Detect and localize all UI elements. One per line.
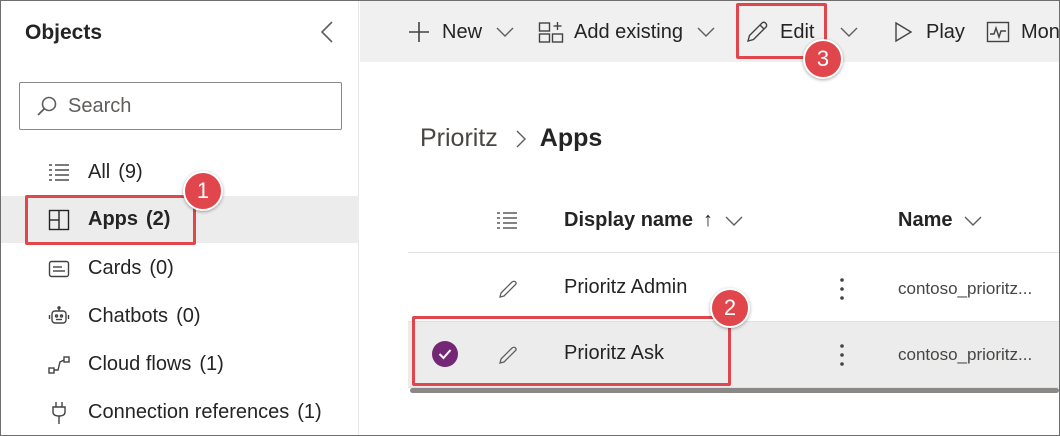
- row-name: contoso_prioritz...: [898, 279, 1033, 298]
- chevron-down-icon: [964, 216, 982, 226]
- monitor-icon: [985, 19, 1011, 45]
- sidebar-item-label: All: [88, 161, 111, 183]
- play-button-label: Play: [926, 20, 965, 43]
- column-header-display-name[interactable]: Display name ↑: [564, 209, 743, 232]
- edit-dropdown-button[interactable]: [840, 11, 858, 53]
- column-header-label: Display name: [564, 209, 693, 231]
- callout-badge-2: 2: [710, 288, 750, 328]
- card-icon: [47, 257, 71, 281]
- more-vertical-icon: [840, 344, 844, 366]
- sidebar-item-count: (9): [118, 161, 143, 183]
- play-button[interactable]: Play: [890, 11, 965, 53]
- search-input[interactable]: Search: [19, 82, 342, 130]
- sidebar-item-label: Cloud flows: [88, 353, 192, 375]
- add-existing-label: Add existing: [574, 20, 683, 43]
- sidebar-item-label: Cards: [88, 257, 142, 279]
- chevron-down-icon: [725, 216, 743, 226]
- row-name: contoso_prioritz...: [898, 345, 1033, 364]
- highlight-box-apps: [25, 195, 196, 245]
- sidebar-title: Objects: [25, 21, 103, 44]
- sidebar-item-cards[interactable]: Cards (0): [1, 245, 359, 292]
- highlight-box-prioritz-ask: [412, 316, 731, 386]
- breadcrumb-parent[interactable]: Prioritz: [420, 124, 498, 153]
- sidebar-item-all[interactable]: All (9): [1, 149, 359, 196]
- column-options-button[interactable]: [496, 211, 518, 231]
- sidebar-item-count: (0): [149, 257, 174, 279]
- pencil-icon[interactable]: [496, 277, 520, 301]
- plug-icon: [47, 401, 71, 425]
- play-icon: [890, 19, 916, 45]
- new-button[interactable]: New: [406, 11, 514, 53]
- sidebar-item-label: Chatbots: [88, 305, 169, 327]
- sidebar-item-cloud-flows[interactable]: Cloud flows (1): [1, 341, 359, 388]
- breadcrumb-current: Apps: [539, 124, 603, 152]
- sidebar-item-count: (1): [199, 353, 224, 375]
- grid-header: Display name ↑ Name: [408, 193, 1059, 253]
- list-icon: [497, 212, 517, 229]
- chevron-left-icon: [320, 21, 333, 43]
- sidebar-item-count: (1): [297, 401, 322, 423]
- search-icon: [37, 96, 57, 116]
- flow-icon: [47, 353, 71, 377]
- collapse-sidebar-button[interactable]: [316, 17, 338, 47]
- command-bar: New Add existing Edit Play Mon: [360, 1, 1060, 62]
- column-header-name[interactable]: Name: [898, 209, 982, 232]
- sidebar-item-label: Connection references: [88, 401, 290, 423]
- add-existing-button[interactable]: Add existing: [538, 11, 715, 53]
- callout-badge-3: 3: [803, 39, 843, 79]
- new-button-label: New: [442, 20, 483, 43]
- chevron-down-icon: [496, 27, 514, 37]
- more-options-button[interactable]: [833, 340, 851, 370]
- row-display-name[interactable]: Prioritz Admin: [564, 276, 687, 299]
- monitor-button[interactable]: Mon: [985, 11, 1060, 53]
- sidebar-item-connection-references[interactable]: Connection references (1): [1, 389, 359, 436]
- sidebar-item-chatbots[interactable]: Chatbots (0): [1, 293, 359, 340]
- column-header-label: Name: [898, 209, 953, 231]
- chatbot-icon: [47, 305, 71, 329]
- breadcrumb: Prioritz Apps: [420, 124, 602, 153]
- callout-badge-1: 1: [183, 171, 223, 211]
- horizontal-scrollbar[interactable]: [410, 388, 1059, 393]
- plus-icon: [406, 19, 432, 45]
- chevron-down-icon: [697, 27, 715, 37]
- sort-ascending-icon: ↑: [702, 209, 713, 231]
- chevron-right-icon: [516, 130, 526, 148]
- search-placeholder: Search: [68, 94, 132, 117]
- list-icon: [47, 161, 71, 185]
- chevron-down-icon: [840, 27, 858, 37]
- add-existing-icon: [538, 19, 564, 45]
- more-vertical-icon: [840, 278, 844, 300]
- sidebar-item-count: (0): [176, 305, 201, 327]
- monitor-button-label: Mon: [1021, 20, 1060, 43]
- more-options-button[interactable]: [833, 274, 851, 304]
